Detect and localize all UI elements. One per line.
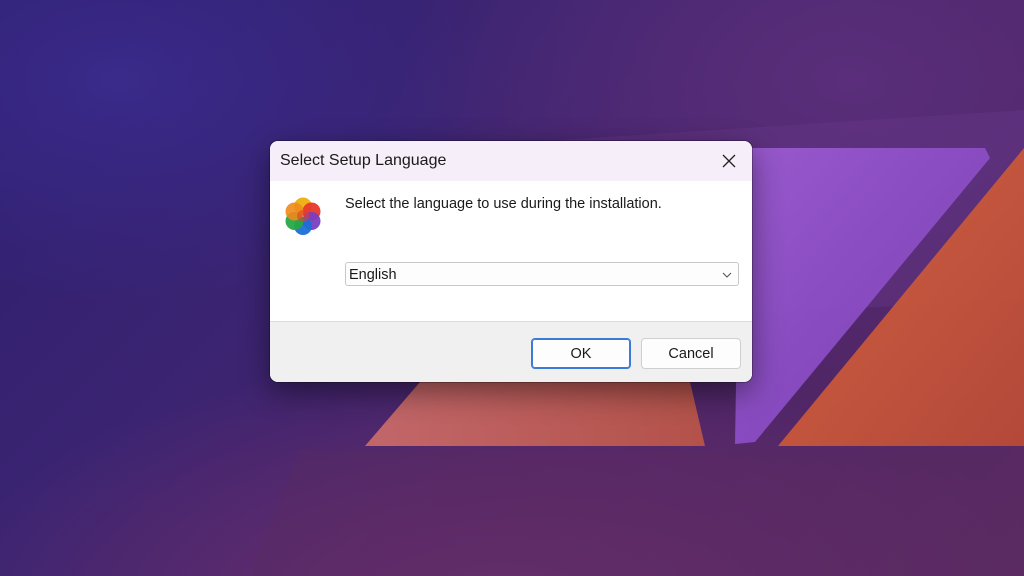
title-bar: Select Setup Language xyxy=(270,141,752,181)
chevron-down-icon xyxy=(722,272,732,278)
dialog-content: Select the language to use during the in… xyxy=(270,181,752,321)
language-select-value: English xyxy=(349,267,397,283)
close-icon xyxy=(722,154,736,168)
desktop: Select Setup Language Select the languag… xyxy=(0,0,1024,576)
prompt-text: Select the language to use during the in… xyxy=(345,196,662,212)
dialog-footer: OK Cancel xyxy=(270,321,752,382)
language-select[interactable]: English xyxy=(345,262,739,286)
close-button[interactable] xyxy=(706,141,752,181)
setup-language-dialog: Select Setup Language Select the languag… xyxy=(270,141,752,382)
ok-button[interactable]: OK xyxy=(531,338,631,369)
setup-app-icon xyxy=(285,197,321,235)
dialog-title: Select Setup Language xyxy=(280,152,447,169)
cancel-button[interactable]: Cancel xyxy=(641,338,741,369)
